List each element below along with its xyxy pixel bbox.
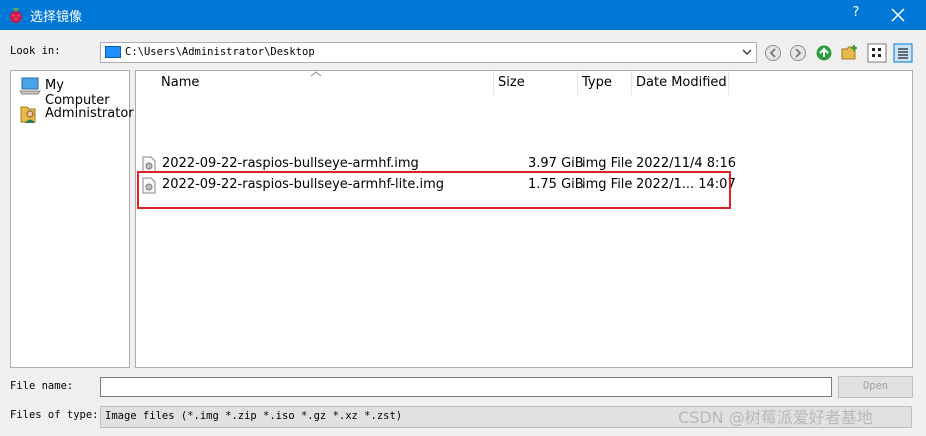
file-name: 2022-09-22-raspios-bullseye-armhf.img: [162, 156, 419, 171]
column-header-date[interactable]: Date Modified: [636, 75, 727, 90]
help-button[interactable]: ?: [846, 5, 866, 25]
file-date: 2022/11/4 8:16: [636, 156, 736, 171]
forward-icon[interactable]: [788, 43, 808, 63]
watermark: CSDN @树莓派爱好者基地: [678, 408, 873, 427]
chevron-down-icon[interactable]: [741, 46, 753, 58]
file-size: 3.97 GiB: [528, 156, 584, 171]
new-folder-icon[interactable]: [840, 43, 860, 63]
selection-highlight: [137, 171, 731, 209]
close-icon[interactable]: [886, 3, 910, 27]
parent-folder-icon[interactable]: [814, 43, 834, 63]
file-name-label: File name:: [10, 380, 74, 392]
column-header-type[interactable]: Type: [582, 75, 612, 90]
column-header-name[interactable]: Name: [161, 75, 199, 90]
list-view-icon[interactable]: [867, 43, 887, 63]
sidebar-item-administrator[interactable]: Administrator: [17, 103, 134, 125]
open-button[interactable]: Open: [838, 376, 913, 398]
file-type-value: Image files (*.img *.zip *.iso *.gz *.xz…: [105, 410, 403, 422]
column-separator[interactable]: [577, 71, 578, 95]
sidebar-item-my-computer[interactable]: My Computer: [17, 75, 129, 108]
column-header-size[interactable]: Size: [498, 75, 525, 90]
title-bar: 选择镜像 ?: [0, 0, 926, 30]
sidebar: My Computer Administrator: [10, 70, 134, 368]
column-header-row: Name Size Type Date Modified: [136, 71, 736, 95]
file-list: Name Size Type Date Modified 2022-09-22-…: [135, 70, 913, 368]
file-type-label: Files of type:: [10, 409, 99, 421]
look-in-path: C:\Users\Administrator\Desktop: [125, 46, 315, 58]
column-separator[interactable]: [728, 71, 729, 95]
back-icon[interactable]: [763, 43, 783, 63]
sidebar-item-label: Administrator: [45, 106, 134, 121]
detail-view-icon[interactable]: [893, 43, 913, 63]
raspberry-icon: [10, 7, 22, 23]
file-name-input[interactable]: [100, 377, 832, 397]
computer-icon: [19, 77, 41, 95]
window-title: 选择镜像: [30, 10, 83, 25]
folder-icon: [105, 46, 121, 58]
column-separator[interactable]: [493, 71, 494, 95]
column-separator[interactable]: [631, 71, 632, 95]
file-type: img File: [582, 156, 633, 171]
look-in-combo[interactable]: C:\Users\Administrator\Desktop: [100, 42, 757, 63]
user-folder-icon: [20, 106, 36, 123]
look-in-label: Look in:: [10, 45, 61, 57]
